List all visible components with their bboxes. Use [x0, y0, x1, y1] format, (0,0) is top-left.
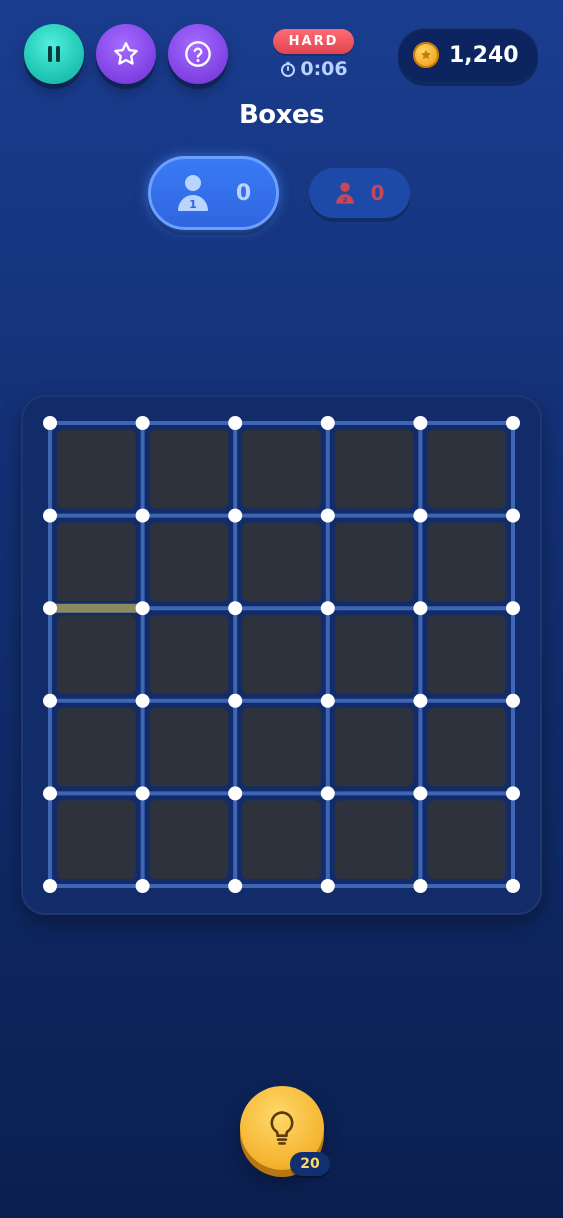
player-2-score: 0 [370, 181, 385, 205]
grid-dot [506, 416, 520, 430]
box-cell [242, 430, 321, 509]
box-cell [427, 522, 506, 602]
box-cell [57, 522, 136, 602]
grid-dot [320, 693, 335, 708]
box-cell [427, 800, 506, 879]
box-cell [334, 615, 414, 694]
box-cell [149, 430, 229, 509]
person-icon: 1 [177, 175, 208, 211]
grid-dot [135, 693, 150, 708]
grid-dot [320, 879, 335, 893]
timer-value: 0:06 [300, 58, 348, 80]
box-cell [149, 800, 229, 879]
grid-dot [413, 879, 428, 893]
coin-count: 1,240 [449, 42, 519, 68]
box-cell [57, 615, 136, 694]
grid-dot [43, 786, 57, 801]
grid-dot [43, 508, 57, 523]
game-timer: 0:06 [278, 57, 350, 81]
question-icon [185, 41, 211, 67]
grid-dot [506, 508, 520, 523]
box-cell [149, 615, 229, 694]
grid-dot [43, 601, 57, 616]
grid-dot [135, 786, 150, 801]
box-cell [242, 800, 321, 879]
grid-dot [320, 601, 335, 616]
box-cell [242, 707, 321, 787]
box-cell [427, 430, 506, 509]
grid-dot [320, 416, 335, 430]
box-cell [334, 800, 414, 879]
coin-icon [413, 42, 439, 68]
lightbulb-icon [270, 1111, 294, 1145]
coin-balance[interactable]: 1,240 [398, 28, 538, 82]
hint-count-badge: 20 [290, 1152, 330, 1176]
grid-dot [228, 416, 243, 430]
person-icon: 2 [335, 182, 354, 204]
box-cell [149, 707, 229, 787]
box-cell [242, 522, 321, 602]
grid-dot [506, 879, 520, 893]
grid-dot [413, 693, 428, 708]
box-cell [149, 522, 229, 602]
help-button[interactable] [168, 24, 228, 84]
grid-dot [135, 601, 150, 616]
grid-dot [506, 693, 520, 708]
grid-dot [135, 508, 150, 523]
grid-dot [506, 601, 520, 616]
star-icon [114, 42, 138, 65]
grid-dot [228, 879, 243, 893]
game-board [21, 395, 542, 915]
grid-dot [228, 601, 243, 616]
board-grid [43, 416, 520, 893]
box-cell [334, 430, 414, 509]
grid-dot [43, 693, 57, 708]
grid-dot [135, 416, 150, 430]
grid-dot [135, 879, 150, 893]
player-1-score: 0 [235, 180, 252, 206]
box-cell [242, 615, 321, 694]
player-2-card: 2 0 [309, 168, 410, 218]
grid-dot [506, 786, 520, 801]
box-cell [427, 707, 506, 787]
player-1-card: 1 0 [148, 156, 279, 230]
grid-dot [228, 693, 243, 708]
grid-dot [228, 508, 243, 523]
player-2-badge: 2 [342, 196, 347, 204]
box-cell [57, 707, 136, 787]
box-cell [334, 707, 414, 787]
grid-dot [43, 879, 57, 893]
player-1-badge: 1 [189, 198, 197, 211]
grid-dot [320, 786, 335, 801]
grid-dot [413, 416, 428, 430]
box-cell [57, 430, 136, 509]
grid-dot [43, 416, 57, 430]
grid-dot [413, 786, 428, 801]
pause-button[interactable] [24, 24, 84, 84]
pause-icon [48, 46, 60, 62]
box-cell [427, 615, 506, 694]
box-cell [57, 800, 136, 879]
difficulty-badge: HARD [273, 29, 354, 54]
grid-dot [413, 601, 428, 616]
stopwatch-icon [281, 61, 296, 77]
box-cell [334, 522, 414, 602]
favorite-button[interactable] [96, 24, 156, 84]
grid-dot [228, 786, 243, 801]
grid-dot [413, 508, 428, 523]
game-title: Boxes [238, 100, 325, 130]
grid-dot [320, 508, 335, 523]
